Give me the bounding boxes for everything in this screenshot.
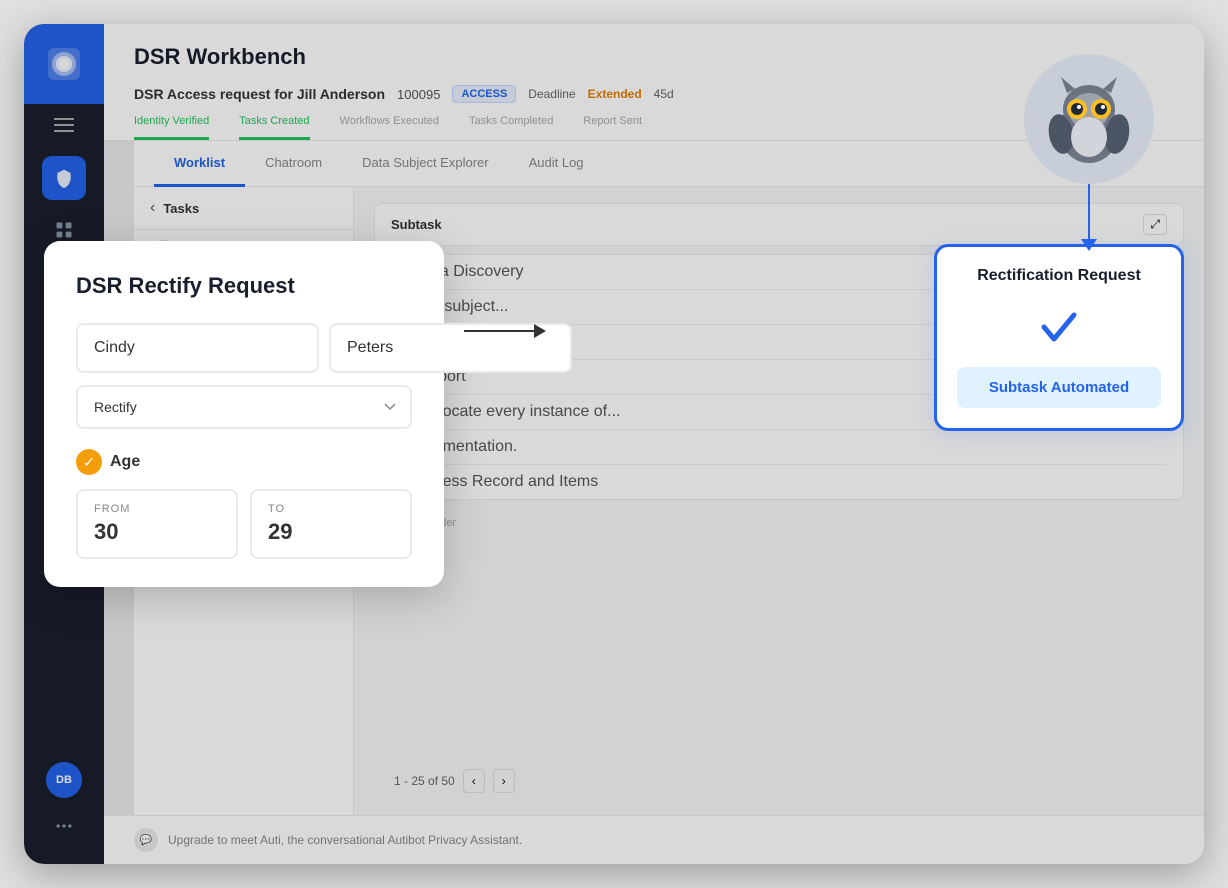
first-name-input[interactable] bbox=[76, 323, 319, 373]
modal-overlay: DSR Rectify Request Rectify ✓ Age FROM 3… bbox=[24, 24, 1204, 864]
dsr-modal: DSR Rectify Request Rectify ✓ Age FROM 3… bbox=[44, 241, 444, 587]
arrow-v-line bbox=[1088, 184, 1090, 239]
rectification-status[interactable]: Subtask Automated bbox=[957, 367, 1161, 408]
age-from-value: 30 bbox=[94, 519, 220, 545]
owl-svg bbox=[1039, 69, 1139, 169]
rectification-box: Rectification Request Subtask Automated bbox=[934, 244, 1184, 431]
rectification-title: Rectification Request bbox=[957, 267, 1161, 285]
age-from-label: FROM bbox=[94, 503, 220, 515]
arrow-v-head bbox=[1081, 239, 1097, 251]
age-from-box: FROM 30 bbox=[76, 489, 238, 559]
request-type-select[interactable]: Rectify bbox=[76, 385, 412, 429]
age-to-label: To bbox=[268, 503, 394, 515]
age-fields: FROM 30 To 29 bbox=[76, 489, 412, 559]
owl-mascot-circle bbox=[1024, 54, 1154, 184]
age-to-box: To 29 bbox=[250, 489, 412, 559]
age-label-row: ✓ Age bbox=[76, 449, 412, 475]
owl-area bbox=[1024, 54, 1154, 251]
age-to-value: 29 bbox=[268, 519, 394, 545]
arrow-connector bbox=[464, 324, 546, 338]
arrow-head bbox=[534, 324, 546, 338]
age-check-circle: ✓ bbox=[76, 449, 102, 475]
age-label: Age bbox=[110, 453, 140, 471]
name-row bbox=[76, 323, 412, 373]
down-arrow bbox=[1081, 184, 1097, 251]
age-section: ✓ Age FROM 30 To 29 bbox=[76, 449, 412, 559]
arrow-line bbox=[464, 330, 534, 332]
rectification-check bbox=[1034, 301, 1084, 351]
dsr-modal-title: DSR Rectify Request bbox=[76, 273, 412, 299]
